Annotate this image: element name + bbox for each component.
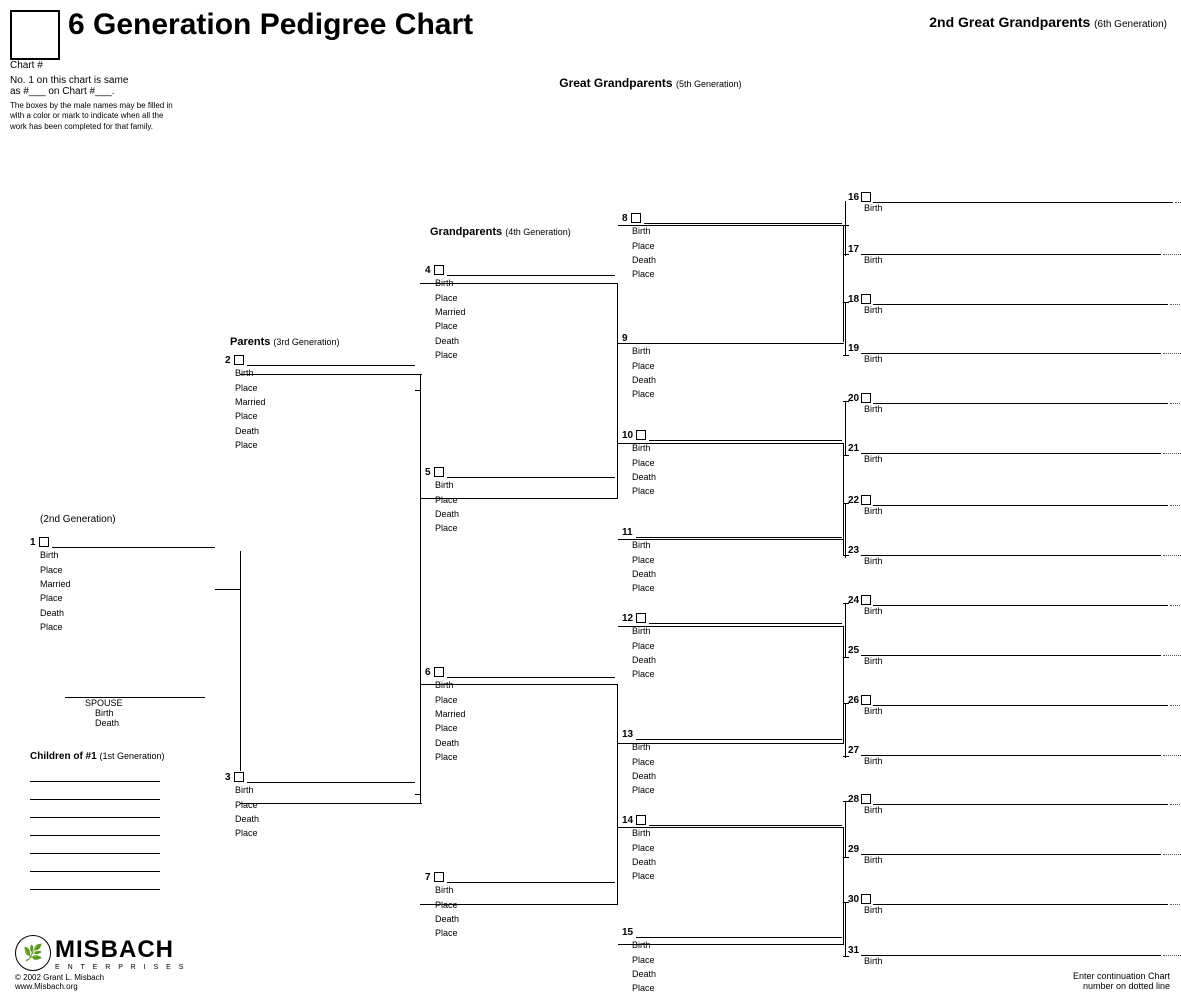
person-21: 21 Birth — [848, 442, 1181, 464]
hc-620 — [843, 756, 849, 757]
v-line-1 — [240, 551, 241, 771]
hc-567 — [843, 703, 849, 704]
grandparents-gen-label: Grandparents (4th Generation) — [430, 226, 571, 238]
hc-265 — [843, 401, 849, 402]
v-28-29 — [845, 801, 846, 857]
h-8 — [618, 225, 844, 226]
person-16: 16 Birth — [848, 191, 1181, 213]
person-20: 20 Birth — [848, 392, 1181, 414]
person-25: 25 Birth — [848, 644, 1181, 666]
hc-721 — [843, 857, 849, 858]
parents-gen-label: Parents (3rd Generation) — [230, 336, 339, 348]
person-14: 14 Birth Place Death Place — [622, 814, 842, 884]
hc-118 — [843, 254, 849, 255]
logo-sub: E N T E R P R I S E S — [55, 964, 186, 971]
person-2: 2 Birth Place Married Place Death Place — [225, 354, 415, 452]
continuation-note: Enter continuation Chartnumber on dotted… — [1073, 971, 1170, 991]
gen-labels: 2nd Great Grandparents (6th Generation) … — [929, 14, 1167, 30]
person-17: 17 Birth — [848, 243, 1181, 265]
person-28: 28 Birth — [848, 793, 1181, 815]
person-31: 31 Birth — [848, 944, 1181, 966]
h-4 — [420, 283, 618, 284]
v-24-25 — [845, 603, 846, 658]
5th-gen-label: Great Grandparents (5th Generation) — [559, 76, 741, 90]
6th-gen-label: 2nd Great Grandparents (6th Generation) — [929, 14, 1167, 30]
person-18: 18 Birth — [848, 293, 1181, 315]
person-8: 8 Birth Place Death Place — [622, 212, 842, 282]
v-30-31 — [845, 902, 846, 957]
chart-box — [10, 10, 60, 60]
hc-820 — [843, 956, 849, 957]
h-line-to-2 — [240, 374, 422, 375]
person-23: 23 Birth — [848, 544, 1181, 566]
page: Chart # 6 Generation Pedigree Chart 2nd … — [0, 0, 1181, 1006]
person-5: 5 Birth Place Death Place — [425, 466, 615, 536]
person-3: 3 Birth Place Death Place — [225, 771, 415, 841]
hc-766 — [843, 902, 849, 903]
hc-467 — [843, 603, 849, 604]
person-19: 19 Birth — [848, 342, 1181, 364]
person-30: 30 Birth — [848, 893, 1181, 915]
v-4c — [843, 626, 844, 743]
h-14 — [618, 827, 844, 828]
v-line-2 — [420, 374, 421, 804]
person-24: 24 Birth — [848, 594, 1181, 616]
person-7: 7 Birth Place Death Place — [425, 871, 615, 941]
person-13: 13 Birth Place Death Place — [622, 728, 842, 798]
chart-area: Parents (3rd Generation) Grandparents (4… — [10, 136, 1170, 996]
v-22-23 — [845, 503, 846, 558]
h-line-1 — [215, 589, 240, 590]
children-section: Children of #1 (1st Generation) — [30, 751, 165, 892]
hc-419 — [843, 555, 849, 556]
h-11 — [618, 539, 844, 540]
v-line-3b — [617, 684, 618, 904]
v-18-19 — [845, 302, 846, 356]
2nd-gen-label: (2nd Generation) — [40, 514, 116, 525]
v-26-27 — [845, 703, 846, 758]
person-4: 4 Birth Place Married Place Death Place — [425, 264, 615, 362]
v-20-21 — [845, 401, 846, 456]
hc-89 — [843, 225, 849, 226]
h-13 — [618, 743, 844, 744]
person-1: 1 Birth Place Married Place Death Place — [30, 536, 215, 634]
spouse-block: SPOUSE Birth Death — [65, 686, 205, 728]
person-27: 27 Birth — [848, 744, 1181, 766]
hc-319 — [843, 455, 849, 456]
person-22: 22 Birth — [848, 494, 1181, 516]
hc-166 — [843, 302, 849, 303]
logo-copy: © 2002 Grant L. Misbach — [15, 973, 186, 982]
logo-icon: 🌿 — [15, 935, 51, 971]
person-12: 12 Birth Place Death Place — [622, 612, 842, 682]
h-2-conn — [415, 390, 420, 391]
person-29: 29 Birth — [848, 843, 1181, 865]
v-line-3a — [617, 283, 618, 498]
chart-hash-label: Chart # — [10, 60, 43, 71]
person-6: 6 Birth Place Married Place Death Place — [425, 666, 615, 764]
h-15 — [618, 944, 844, 945]
logo-name: MISBACH — [55, 936, 186, 964]
h-5 — [420, 498, 618, 499]
h-9 — [618, 343, 844, 344]
h-3-conn — [415, 794, 420, 795]
person-26: 26 Birth — [848, 694, 1181, 716]
hc-367 — [843, 503, 849, 504]
person-15: 15 Birth Place Death Place — [622, 926, 842, 996]
v-4d — [843, 827, 844, 944]
hc-665 — [843, 801, 849, 802]
h-10 — [618, 443, 844, 444]
h-6 — [420, 684, 618, 685]
person-10: 10 Birth Place Death Place — [622, 429, 842, 499]
h-12 — [618, 626, 844, 627]
hc-521 — [843, 657, 849, 658]
page-title: 6 Generation Pedigree Chart — [68, 10, 473, 40]
h-line-to-3 — [240, 803, 422, 804]
logo-area: 🌿 MISBACH E N T E R P R I S E S © 2002 G… — [15, 935, 186, 991]
v-16-17 — [845, 201, 846, 256]
h-7 — [420, 904, 618, 905]
v-4a — [843, 225, 844, 342]
logo-web: www.Misbach.org — [15, 982, 186, 991]
hc-219 — [843, 355, 849, 356]
person-11: 11 Birth Place Death Place — [622, 526, 842, 596]
boxes-note: The boxes by the male names may be fille… — [10, 101, 175, 132]
